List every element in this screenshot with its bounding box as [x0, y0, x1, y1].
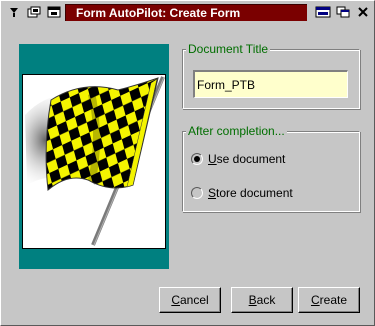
copy-icon[interactable]: [27, 5, 41, 19]
checkered-flag-image: [22, 74, 166, 249]
document-title-input[interactable]: [193, 70, 348, 98]
wizard-image-panel: [19, 44, 169, 269]
pin-icon[interactable]: [7, 5, 21, 19]
document-title-legend: Document Title: [186, 42, 271, 56]
use-document-label[interactable]: Use document: [208, 152, 285, 166]
restore-icon[interactable]: [336, 5, 350, 19]
form-autopilot-dialog: Form AutoPilot: Create Form Document Tit…: [0, 0, 375, 326]
title-bar: Form AutoPilot: Create Form: [1, 1, 374, 23]
store-document-label[interactable]: Store document: [208, 186, 293, 200]
store-document-option[interactable]: Store document: [191, 185, 293, 201]
store-document-radio[interactable]: [191, 187, 203, 199]
window-icon[interactable]: [47, 5, 61, 19]
cancel-button[interactable]: Cancel: [159, 287, 221, 313]
back-button[interactable]: Back: [231, 287, 293, 313]
minimize-icon[interactable]: [315, 5, 331, 19]
after-completion-group: After completion... Use document Store d…: [182, 124, 360, 212]
use-document-option[interactable]: Use document: [191, 151, 285, 167]
after-completion-legend: After completion...: [186, 124, 287, 138]
title-banner: Form AutoPilot: Create Form: [65, 4, 307, 21]
document-title-group: Document Title: [182, 42, 360, 109]
close-icon[interactable]: [356, 5, 370, 19]
window-title: Form AutoPilot: Create Form: [76, 6, 241, 20]
create-button[interactable]: Create: [298, 287, 360, 313]
use-document-radio[interactable]: [191, 153, 203, 165]
